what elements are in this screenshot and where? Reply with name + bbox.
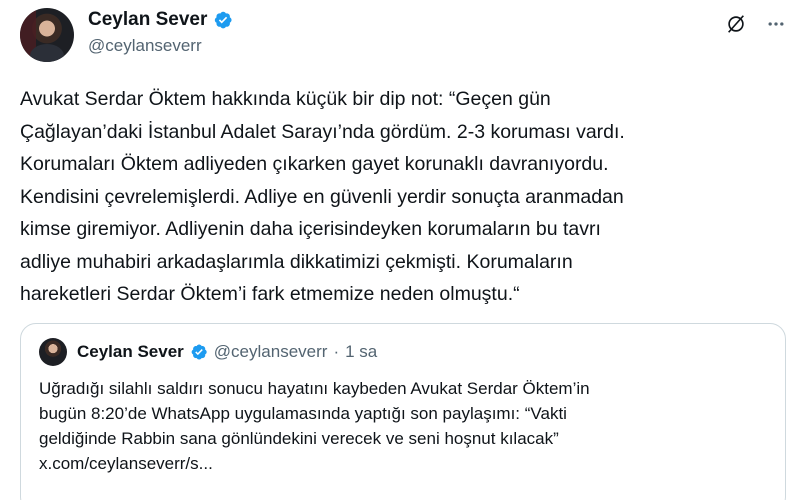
more-options-icon[interactable] [764, 12, 788, 36]
quoted-tweet-time[interactable]: 1 sa [345, 342, 377, 362]
author-avatar[interactable] [20, 8, 74, 62]
tweet-actions-top [724, 12, 788, 36]
author-name-row: Ceylan Sever [88, 8, 233, 32]
quoted-tweet-header: Ceylan Sever @ceylanseverr · 1 sa [39, 338, 767, 366]
quoted-tweet-text: Uğradığı silahlı saldırı sonucu hayatını… [39, 379, 590, 473]
tweet-text: Avukat Serdar Öktem hakkında küçük bir d… [20, 88, 625, 305]
verified-badge-icon [191, 344, 207, 360]
quoted-author-handle: @ceylanseverr [213, 342, 328, 361]
verified-badge-icon [215, 11, 232, 29]
quoted-author-name: Ceylan Sever [77, 342, 184, 361]
author-handle[interactable]: @ceylanseverr [88, 36, 233, 56]
quoted-tweet-card[interactable]: Ceylan Sever @ceylanseverr · 1 sa Uğradı… [20, 323, 786, 500]
quoted-author-avatar [39, 338, 67, 366]
more-dots-glyph [768, 22, 784, 26]
grok-icon[interactable] [724, 12, 748, 36]
author-block: Ceylan Sever @ceylanseverr [88, 8, 233, 56]
grok-icon-glyph [728, 15, 744, 33]
author-name[interactable]: Ceylan Sever [88, 9, 207, 31]
separator-dot: · [333, 342, 340, 361]
